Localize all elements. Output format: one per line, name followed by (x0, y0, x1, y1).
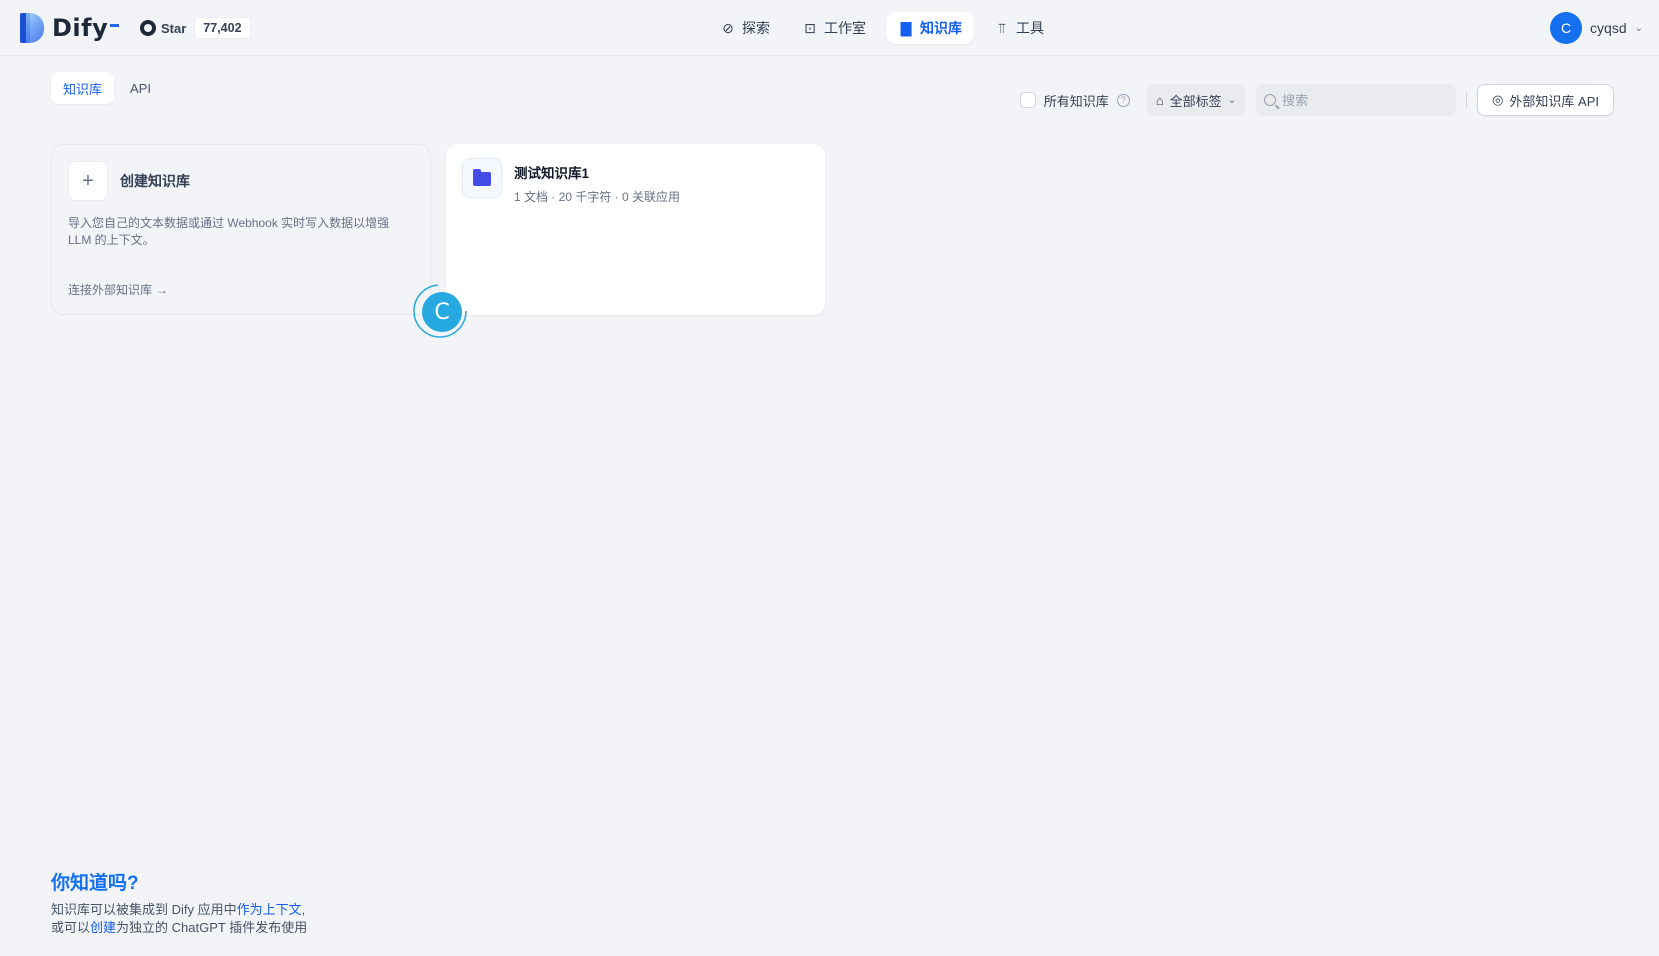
tip-create-link[interactable]: 创建 (90, 920, 116, 935)
nav-knowledge[interactable]: ▇ 知识库 (886, 12, 974, 44)
search-box[interactable] (1256, 84, 1457, 116)
tip-context-link[interactable]: 作为上下文 (237, 902, 302, 917)
nav-tools-label: 工具 (1016, 20, 1044, 36)
help-icon[interactable]: ? (1116, 93, 1130, 107)
chevron-down-icon: ⌄ (1634, 22, 1643, 34)
tip-title: 你知道吗? (51, 873, 139, 894)
dataset-meta: 1 文档 · 20 千字符 · 0 关联应用 (514, 190, 681, 204)
github-star-count[interactable]: 77,402 (194, 17, 251, 39)
github-star-widget[interactable]: Star 77,402 (140, 16, 251, 40)
create-dataset-description: 导入您自己的文本数据或通过 Webhook 实时写入数据以增强 LLM 的上下文… (68, 216, 390, 247)
search-icon (1264, 94, 1277, 106)
book-icon: ▇ (900, 19, 912, 36)
tip-line2-suffix: 为独立的 ChatGPT 插件发布使用 (116, 920, 308, 935)
folder-icon (462, 158, 502, 198)
cursor-letter: C (434, 300, 449, 325)
chevron-down-icon: ⌄ (1227, 94, 1237, 106)
cursor-indicator: C (413, 284, 467, 338)
compass-icon: ⊘ (722, 19, 734, 36)
user-menu[interactable]: C cyqsd ⌄ (1550, 12, 1643, 44)
toolbar-divider (1466, 92, 1468, 108)
robot-icon: ⊡ (804, 19, 816, 36)
connect-external-label: 连接外部知识库 (68, 283, 153, 297)
connect-external-link[interactable]: 连接外部知识库 → (68, 281, 168, 298)
github-star-label: Star (161, 20, 187, 36)
avatar[interactable]: C (1550, 12, 1583, 44)
nav-tools[interactable]: ⫪ 工具 (982, 12, 1056, 44)
tip-line-2: 或可以创建为独立的 ChatGPT 插件发布使用 (51, 919, 307, 937)
did-you-know-tip: 你知道吗? 知识库可以被集成到 Dify 应用中作为上下文, 或可以创建为独立的… (51, 868, 307, 937)
tip-line2-prefix: 或可以 (51, 920, 91, 935)
tip-line1-suffix: , (301, 902, 306, 917)
nav-studio-label: 工作室 (824, 20, 866, 36)
tip-line-1: 知识库可以被集成到 Dify 应用中作为上下文, (51, 901, 307, 919)
all-datasets-checkbox[interactable] (1019, 92, 1036, 108)
nav-explore[interactable]: ⊘ 探索 (708, 12, 782, 44)
all-datasets-toggle[interactable]: 所有知识库 ? (1019, 91, 1130, 110)
api-icon: ◎ (1492, 92, 1504, 107)
tag-filter-dropdown[interactable]: ⌂ 全部标签 ⌄ (1145, 84, 1247, 116)
tab-datasets[interactable]: 知识库 (51, 72, 115, 104)
dataset-toolbar: 所有知识库 ? ⌂ 全部标签 ⌄ ◎ 外部知识库 API (1019, 84, 1614, 116)
tab-api[interactable]: API (118, 72, 163, 104)
main-nav: ⊘ 探索 ⊡ 工作室 ▇ 知识库 ⫪ 工具 (708, 12, 1056, 44)
external-api-label: 外部知识库 API (1509, 93, 1599, 109)
logo-text: Dify (52, 14, 109, 42)
external-api-button[interactable]: ◎ 外部知识库 API (1477, 84, 1614, 116)
user-name[interactable]: cyqsd (1590, 20, 1627, 36)
top-header: Dify Star 77,402 ⊘ 探索 ⊡ 工作室 ▇ 知识库 ⫪ 工具 C… (0, 0, 1659, 56)
plus-icon: + (68, 161, 108, 201)
arrow-right-icon: → (156, 282, 169, 297)
tag-icon: ⌂ (1155, 92, 1164, 108)
search-input[interactable] (1282, 92, 1443, 108)
create-dataset-card[interactable]: + 创建知识库 导入您自己的文本数据或通过 Webhook 实时写入数据以增强 … (51, 144, 431, 315)
nav-explore-label: 探索 (742, 20, 770, 36)
nav-knowledge-label: 知识库 (920, 20, 962, 36)
github-star-button[interactable]: Star (140, 20, 194, 36)
github-icon (140, 20, 156, 36)
dify-logo-icon (20, 13, 44, 43)
dify-logo[interactable]: Dify (20, 13, 120, 43)
subtabs: 知识库 API (51, 72, 163, 104)
all-datasets-label: 所有知识库 (1043, 93, 1109, 109)
logo-cursor (110, 24, 120, 27)
dataset-name: 测试知识库1 (514, 166, 590, 181)
dataset-card[interactable]: 测试知识库1 1 文档 · 20 千字符 · 0 关联应用 (446, 144, 825, 315)
nav-studio[interactable]: ⊡ 工作室 (790, 12, 878, 44)
tip-line1-prefix: 知识库可以被集成到 Dify 应用中 (51, 902, 237, 917)
tag-filter-label: 全部标签 (1169, 93, 1222, 109)
create-dataset-title: 创建知识库 (120, 173, 190, 189)
hammer-icon: ⫪ (998, 19, 1006, 36)
